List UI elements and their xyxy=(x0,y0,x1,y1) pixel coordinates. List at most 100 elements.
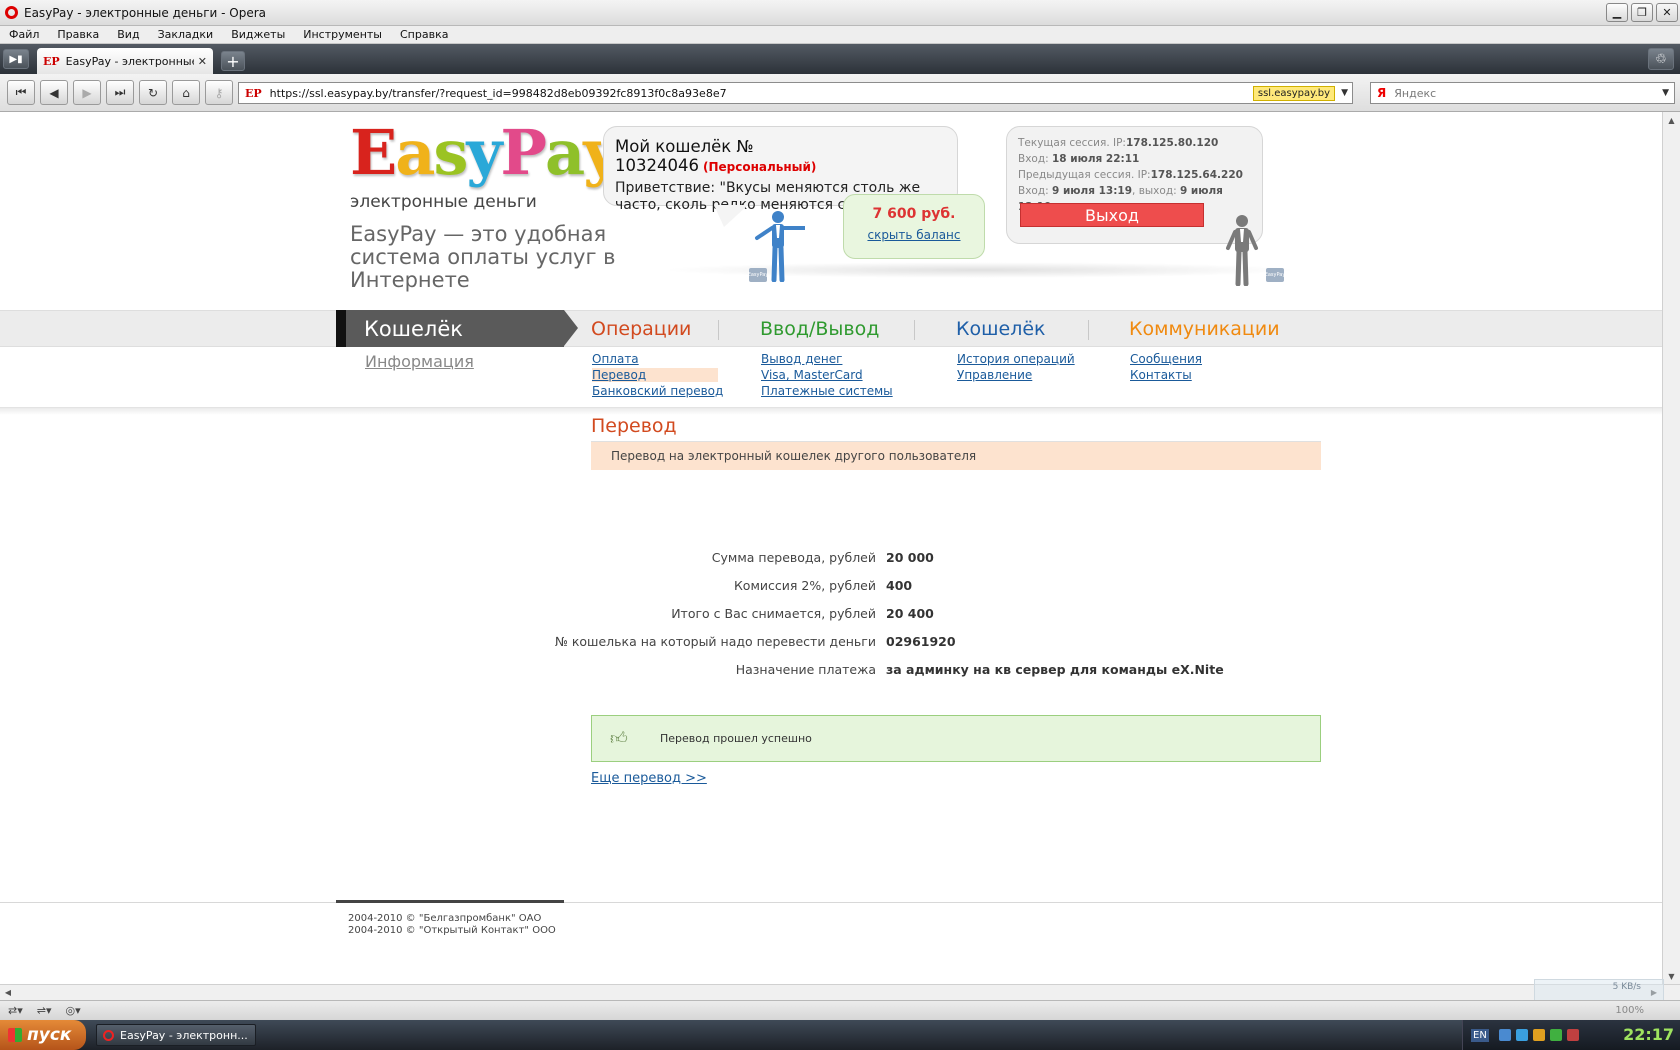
nav-tab-label: Ввод/Вывод xyxy=(760,317,880,340)
current-session-label: Текущая сессия. IP: xyxy=(1018,137,1126,149)
menu-tools[interactable]: Инструменты xyxy=(294,28,391,41)
menu-widgets[interactable]: Виджеты xyxy=(222,28,294,41)
zoom-level[interactable]: 100% xyxy=(1615,1005,1644,1016)
nav-tab-label: Коммуникации xyxy=(1129,317,1280,340)
detail-row: Итого с Вас снимается, рублей 20 400 xyxy=(540,606,1340,626)
nav-tab-input-output[interactable]: Ввод/Вывод xyxy=(760,310,879,347)
scroll-up-icon[interactable]: ▲ xyxy=(1663,112,1680,128)
nav-divider xyxy=(718,320,719,340)
sub-link-payment-systems[interactable]: Платежные системы xyxy=(761,384,893,398)
url-text[interactable]: https://ssl.easypay.by/transfer/?request… xyxy=(270,87,1253,100)
close-window-icon[interactable]: ✕ xyxy=(1656,3,1678,22)
detail-label: № кошелька на который надо перевести ден… xyxy=(554,634,876,649)
address-toolbar: ⏮ ◀ ▶ ⏭ ↻ ⌂ ⚷ EP https://ssl.easypay.by/… xyxy=(0,74,1680,112)
menu-view[interactable]: Вид xyxy=(108,28,148,41)
search-input[interactable]: Яндекс xyxy=(1394,87,1657,100)
sub-link-visa-mastercard[interactable]: Visa, MasterCard xyxy=(761,368,863,382)
logo-letter: a xyxy=(395,116,435,189)
footer-copyright: 2004-2010 © "Открытый Контакт" ООО xyxy=(348,925,556,936)
detail-row: Назначение платежа за админку на кв серв… xyxy=(540,662,1340,682)
sub-link-information[interactable]: Информация xyxy=(365,352,474,371)
current-ip: 178.125.80.120 xyxy=(1125,137,1219,149)
address-dropdown-icon[interactable]: ▼ xyxy=(1337,88,1352,98)
opera-logo-icon xyxy=(5,6,18,19)
detail-row: Сумма перевода, рублей 20 000 xyxy=(540,550,1340,570)
sub-link-bank-transfer[interactable]: Банковский перевод xyxy=(592,384,723,398)
sub-link-transfer[interactable]: Перевод xyxy=(592,368,718,382)
restore-icon[interactable]: ❐ xyxy=(1631,3,1653,22)
trash-icon[interactable]: ♲ xyxy=(1648,48,1674,70)
language-indicator[interactable]: EN xyxy=(1471,1028,1489,1042)
forward-icon[interactable]: ▶ xyxy=(73,80,101,105)
rewind-icon[interactable]: ⏮ xyxy=(7,80,35,105)
detail-value: 20 000 xyxy=(886,550,934,565)
scroll-down-icon[interactable]: ▼ xyxy=(1663,968,1680,984)
nav-bottom-shadow xyxy=(0,407,1662,415)
horizontal-scrollbar[interactable]: ◀ ▶ xyxy=(0,984,1680,1000)
footer: 2004-2010 © "Белгазпромбанк" ОАО 2004-20… xyxy=(348,913,556,937)
new-tab-icon[interactable]: + xyxy=(221,51,245,71)
window-controls: ▁ ❐ ✕ xyxy=(1606,3,1678,22)
icq-icon[interactable] xyxy=(1549,1029,1562,1041)
menu-edit[interactable]: Правка xyxy=(48,28,108,41)
search-field[interactable]: Я Яндекс ▼ xyxy=(1370,82,1675,104)
network-icon[interactable] xyxy=(1498,1029,1511,1041)
menu-bookmarks[interactable]: Закладки xyxy=(149,28,223,41)
menu-file[interactable]: Файл xyxy=(0,28,48,41)
window-title: EasyPay - электронные деньги - Opera xyxy=(24,5,266,20)
images-toggle-icon[interactable]: ⇄▾ xyxy=(8,1004,23,1017)
nav-tab-wallet[interactable]: Кошелёк xyxy=(956,310,1046,347)
nav-tab-label: Операции xyxy=(591,317,692,340)
balance-amount: 7 600 руб. xyxy=(872,206,956,222)
nav-tab-operations[interactable]: Операции xyxy=(591,310,691,347)
briefcase-icon: EasyPay xyxy=(748,268,768,282)
windows-flag-icon xyxy=(8,1028,22,1042)
detail-label: Сумма перевода, рублей xyxy=(711,550,876,565)
success-text: Перевод прошел успешно xyxy=(660,732,812,745)
search-dropdown-icon[interactable]: ▼ xyxy=(1657,88,1674,98)
close-tab-icon[interactable]: ✕ xyxy=(198,55,207,68)
wand-icon[interactable]: ⚷ xyxy=(205,80,233,105)
exit-button[interactable]: Выход xyxy=(1020,203,1204,227)
sub-link-payment[interactable]: Оплата xyxy=(592,352,639,366)
sub-link-messages[interactable]: Сообщения xyxy=(1130,352,1202,366)
home-icon[interactable]: ⌂ xyxy=(172,80,200,105)
sub-link-history[interactable]: История операций xyxy=(957,352,1075,366)
yandex-icon[interactable]: Я xyxy=(1377,86,1386,100)
nav-tab-communications[interactable]: Коммуникации xyxy=(1129,310,1280,347)
minimize-icon[interactable]: ▁ xyxy=(1606,3,1628,22)
easypay-logo[interactable]: EasyPay xyxy=(350,116,619,189)
opera-icon xyxy=(103,1029,114,1041)
sub-link-contacts[interactable]: Контакты xyxy=(1130,368,1192,382)
footer-divider xyxy=(0,902,1662,903)
vertical-scrollbar[interactable]: ▲ ▼ xyxy=(1662,112,1680,984)
hide-balance-link[interactable]: скрыть баланс xyxy=(867,228,960,242)
back-icon[interactable]: ◀ xyxy=(40,80,68,105)
antivirus-icon[interactable] xyxy=(1566,1029,1579,1041)
another-transfer-link[interactable]: Еще перевод >> xyxy=(591,771,707,786)
prev-ip: 178.125.64.220 xyxy=(1150,169,1243,181)
skype-icon[interactable] xyxy=(1515,1029,1528,1041)
tab-bar: ▶▮ EP EasyPay - электронные ... ✕ + ♲ xyxy=(0,44,1680,74)
start-button[interactable]: пуск xyxy=(0,1020,86,1050)
nav-divider xyxy=(1088,320,1089,340)
sub-link-management[interactable]: Управление xyxy=(957,368,1032,382)
fast-forward-icon[interactable]: ⏭ xyxy=(106,80,134,105)
scroll-left-icon[interactable]: ◀ xyxy=(0,985,16,1000)
taskbar-opera-window[interactable]: EasyPay - электронн... xyxy=(96,1024,256,1046)
turbo-icon[interactable]: ⇌▾ xyxy=(37,1004,52,1017)
ssl-badge[interactable]: ssl.easypay.by xyxy=(1252,85,1336,101)
menu-help[interactable]: Справка xyxy=(391,28,457,41)
panel-toggle-icon[interactable]: ▶▮ xyxy=(3,49,29,69)
logo-letter: E xyxy=(350,116,397,189)
sub-link-withdraw[interactable]: Вывод денег xyxy=(761,352,842,366)
reload-icon[interactable]: ↻ xyxy=(139,80,167,105)
logo-letter: P xyxy=(500,116,547,189)
url-favicon-icon: EP xyxy=(245,86,262,100)
address-field[interactable]: EP https://ssl.easypay.by/transfer/?requ… xyxy=(238,82,1353,104)
unite-icon[interactable]: ◎▾ xyxy=(66,1004,81,1017)
nav-active-wallet[interactable]: Кошелёк xyxy=(336,310,578,347)
tab-easypay[interactable]: EP EasyPay - электронные ... ✕ xyxy=(37,48,213,74)
tray-app-icon[interactable] xyxy=(1532,1029,1545,1041)
logo-letter: s xyxy=(433,116,468,189)
